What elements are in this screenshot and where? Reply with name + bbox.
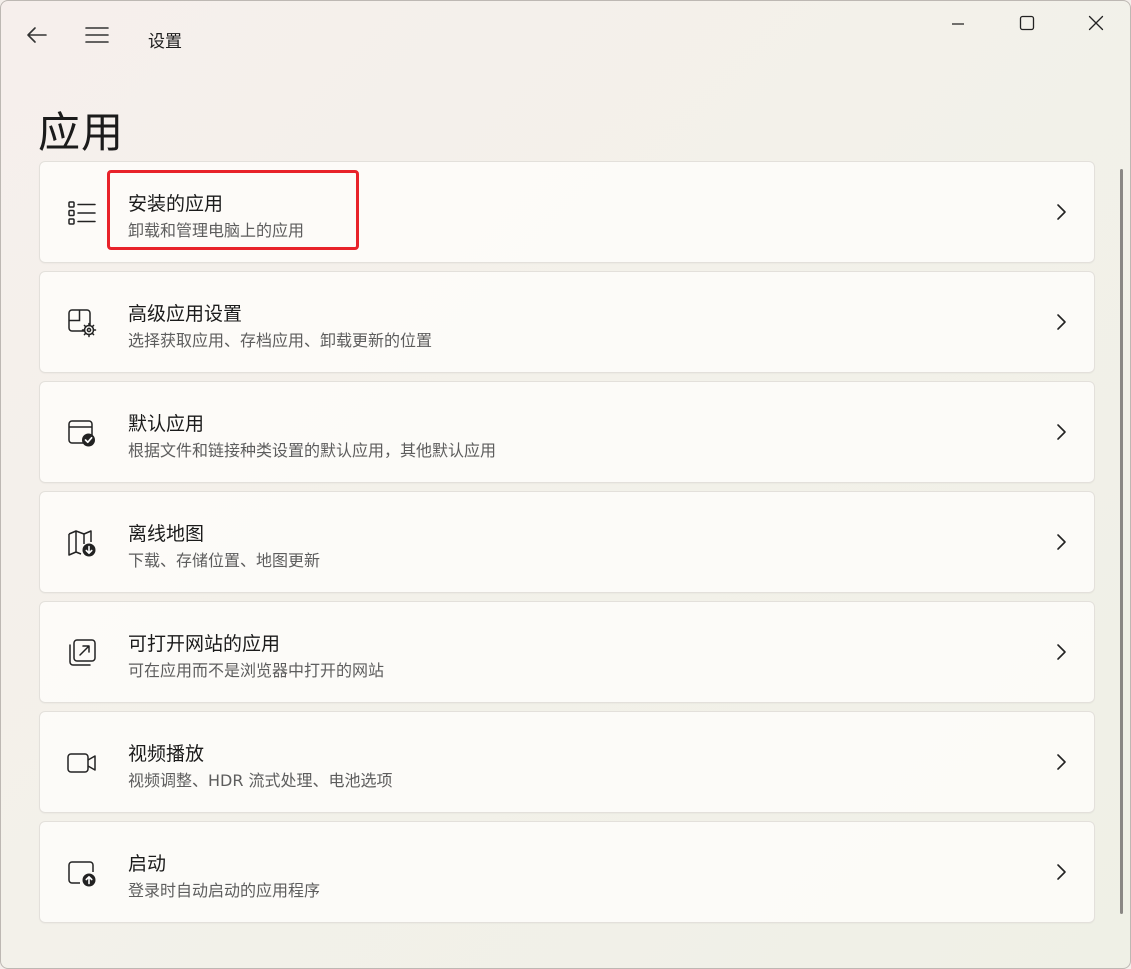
app-title: 设置 [148, 32, 182, 52]
default-app-icon [66, 417, 98, 449]
item-subtitle: 登录时自动启动的应用程序 [128, 881, 321, 900]
settings-window: 设置 应用 安装的应用 卸载和管理电脑上的应用 高级应用设置 选择获取应用、存档… [0, 0, 1131, 969]
chevron-right-icon [1054, 422, 1068, 442]
maximize-button[interactable] [992, 1, 1062, 49]
chevron-right-icon [1054, 752, 1068, 772]
chevron-right-icon [1054, 862, 1068, 882]
video-icon [66, 747, 98, 779]
item-title: 离线地图 [128, 523, 205, 545]
item-subtitle: 视频调整、HDR 流式处理、电池选项 [128, 771, 393, 790]
item-title: 可打开网站的应用 [128, 633, 281, 655]
scrollbar[interactable] [1120, 169, 1123, 914]
video-playback-item[interactable]: 视频播放 视频调整、HDR 流式处理、电池选项 [39, 711, 1095, 813]
advanced-app-settings-item[interactable]: 高级应用设置 选择获取应用、存档应用、卸载更新的位置 [39, 271, 1095, 373]
maximize-icon [1019, 15, 1035, 35]
close-button[interactable] [1061, 1, 1130, 49]
back-arrow-icon [26, 26, 48, 48]
open-website-icon [66, 637, 98, 669]
offline-map-icon [66, 527, 98, 559]
item-title: 高级应用设置 [128, 303, 243, 325]
back-button[interactable] [19, 21, 55, 53]
settings-list: 安装的应用 卸载和管理电脑上的应用 高级应用设置 选择获取应用、存档应用、卸载更… [39, 161, 1095, 931]
list-icon [66, 197, 98, 229]
hamburger-menu-icon [85, 26, 109, 48]
item-title: 视频播放 [128, 743, 205, 765]
startup-icon [66, 857, 98, 889]
navigation-menu-button[interactable] [79, 21, 115, 53]
installed-apps-item[interactable]: 安装的应用 卸载和管理电脑上的应用 [39, 161, 1095, 263]
minimize-icon [951, 16, 965, 35]
item-title: 启动 [128, 853, 167, 875]
item-title: 安装的应用 [128, 193, 224, 215]
close-icon [1088, 15, 1104, 35]
title-bar: 设置 [1, 1, 1130, 73]
item-title: 默认应用 [128, 413, 205, 435]
minimize-button[interactable] [923, 1, 993, 49]
page-title: 应用 [38, 108, 125, 158]
chevron-right-icon [1054, 312, 1068, 332]
chevron-right-icon [1054, 532, 1068, 552]
app-settings-icon [66, 307, 98, 339]
item-subtitle: 可在应用而不是浏览器中打开的网站 [128, 661, 385, 680]
chevron-right-icon [1054, 642, 1068, 662]
startup-item[interactable]: 启动 登录时自动启动的应用程序 [39, 821, 1095, 923]
offline-maps-item[interactable]: 离线地图 下载、存储位置、地图更新 [39, 491, 1095, 593]
chevron-right-icon [1054, 202, 1068, 222]
item-subtitle: 根据文件和链接种类设置的默认应用，其他默认应用 [128, 441, 497, 460]
item-subtitle: 下载、存储位置、地图更新 [128, 551, 321, 570]
item-subtitle: 卸载和管理电脑上的应用 [128, 221, 305, 240]
apps-for-websites-item[interactable]: 可打开网站的应用 可在应用而不是浏览器中打开的网站 [39, 601, 1095, 703]
item-subtitle: 选择获取应用、存档应用、卸载更新的位置 [128, 331, 433, 350]
default-apps-item[interactable]: 默认应用 根据文件和链接种类设置的默认应用，其他默认应用 [39, 381, 1095, 483]
